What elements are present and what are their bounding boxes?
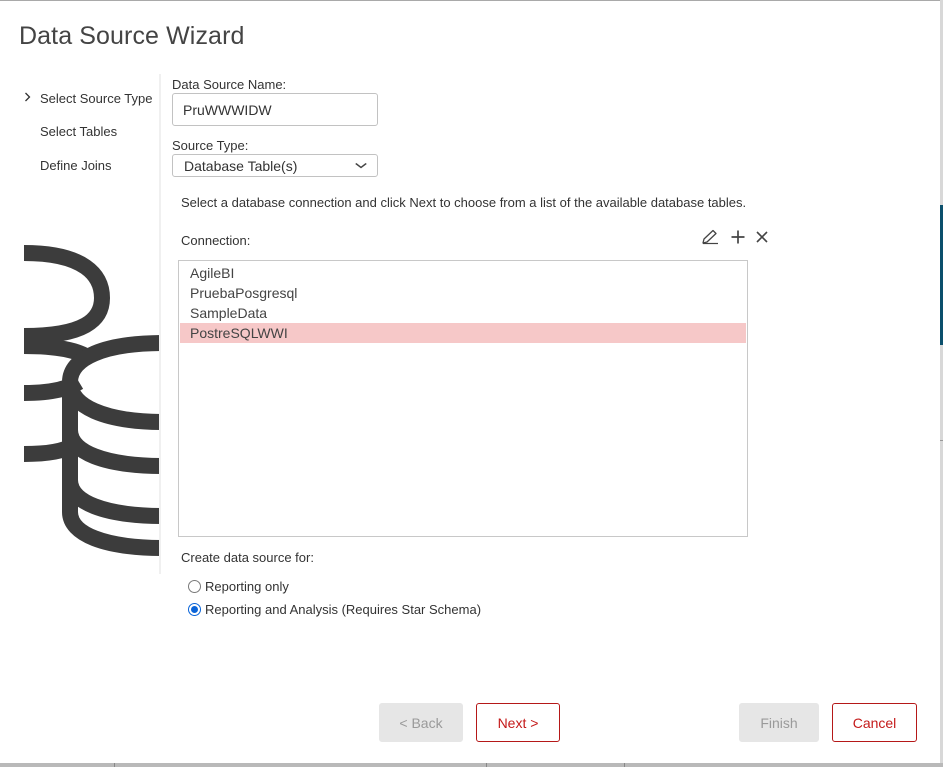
connection-list-item-selected[interactable]: PostreSQLWWI xyxy=(180,323,746,343)
background-tick xyxy=(114,763,115,767)
radio-label: Reporting and Analysis (Requires Star Sc… xyxy=(205,602,482,617)
connection-toolbar xyxy=(700,227,772,247)
window-bottom-border xyxy=(0,763,943,767)
dialog-title: Data Source Wizard xyxy=(19,22,245,50)
instructions-text: Select a database connection and click N… xyxy=(181,195,747,210)
data-source-name-value: PruWWWIDW xyxy=(183,101,272,118)
step-label: Select Tables xyxy=(40,124,118,139)
connection-list-item[interactable]: AgileBI xyxy=(180,263,746,283)
window-top-border xyxy=(0,0,943,1)
back-button[interactable]: < Back xyxy=(379,703,463,742)
radio-button[interactable] xyxy=(188,580,201,593)
radio-label: Reporting only xyxy=(205,579,289,594)
source-type-value: Database Table(s) xyxy=(184,157,298,174)
source-type-label: Source Type: xyxy=(172,138,249,153)
step-label: Select Source Type xyxy=(40,90,153,106)
connection-label: Connection: xyxy=(181,233,251,248)
chevron-down-icon xyxy=(355,160,368,172)
finish-button[interactable]: Finish xyxy=(739,703,819,742)
step-label: Define Joins xyxy=(40,157,112,173)
connection-list-item[interactable]: SampleData xyxy=(180,303,746,323)
background-tick xyxy=(624,763,625,767)
create-data-source-label: Create data source for: xyxy=(181,550,314,565)
plus-icon[interactable] xyxy=(728,227,748,247)
step-define-joins[interactable]: Define Joins xyxy=(24,155,153,175)
cancel-button[interactable]: Cancel xyxy=(832,703,917,742)
source-type-select[interactable]: Database Table(s) xyxy=(172,154,378,177)
connection-list[interactable]: AgileBI PruebaPosgresql SampleData Postr… xyxy=(178,260,748,537)
database-illustration-icon xyxy=(24,240,161,560)
radio-reporting-analysis[interactable]: Reporting and Analysis (Requires Star Sc… xyxy=(188,602,481,617)
connection-list-item[interactable]: PruebaPosgresql xyxy=(180,283,746,303)
data-source-name-input[interactable]: PruWWWIDW xyxy=(172,93,378,126)
wizard-steps: Select Source Type Select Tables Define … xyxy=(24,88,153,189)
step-select-source-type[interactable]: Select Source Type xyxy=(24,88,153,108)
radio-button-checked[interactable] xyxy=(188,603,201,616)
pencil-icon[interactable] xyxy=(700,227,720,247)
step-select-tables[interactable]: Select Tables xyxy=(24,122,153,142)
chevron-right-icon xyxy=(24,91,40,105)
background-tick xyxy=(486,763,487,767)
data-source-name-label: Data Source Name: xyxy=(172,77,287,92)
next-button[interactable]: Next > xyxy=(476,703,560,742)
radio-reporting-only[interactable]: Reporting only xyxy=(188,579,289,594)
close-icon[interactable] xyxy=(752,227,772,247)
